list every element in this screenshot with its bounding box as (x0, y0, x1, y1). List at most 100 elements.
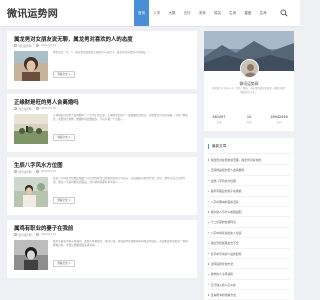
clock-icon (36, 44, 40, 47)
latest-article-link[interactable]: 流年运势查询方法 (208, 259, 290, 270)
nav-item[interactable]: 姓名 (210, 0, 225, 26)
article-title[interactable]: 正缘财是旺的男人会离婚吗 (14, 98, 191, 106)
profile-card: 微讯运势网 本站致力于分享八字、生肖、星座、风水等传统文化知识，帮助大家了解运势… (204, 31, 294, 131)
stat-number: 16942436 (270, 115, 288, 119)
stat-categories: 10 分类 (234, 115, 264, 124)
article-meta: 微讯运势网 2024-03-16 (14, 106, 56, 111)
latest-article-link[interactable]: 十二星座的性格特点 (208, 217, 290, 228)
nav-item[interactable]: 首页 (134, 0, 150, 26)
latest-article-title: 属鸡有职业的妻子在我前 (210, 189, 242, 194)
stat-label: 文章 (216, 121, 222, 124)
stat-visits: 16942436 访问 (264, 115, 294, 124)
article-author: 微讯运势网 (18, 233, 32, 237)
bullet-icon (208, 200, 210, 203)
author-icon (14, 233, 17, 236)
article-summary: 正缘财是旺的男人会离婚吗？八字中正财为妻，正缘财旺的男人一般婚姻较为稳定，但也要… (53, 114, 188, 121)
main-nav: 首页 八字 大数 五行 流年 姓名 生肖 星座 生肖 (134, 0, 271, 26)
bullet-icon (208, 284, 210, 286)
article-date: 2024-03-16 (40, 107, 57, 110)
search-icon[interactable] (280, 9, 288, 17)
article-summary: 本文目录一览：1、属龙男说女朋友无聊是什么意思 2、属龙男对喜欢的人的态度…… (53, 51, 151, 54)
nav-item[interactable]: 八字 (149, 0, 164, 26)
latest-article-link[interactable]: 五行缺火的人怎么补 (208, 280, 290, 291)
bullet-icon (208, 169, 210, 171)
article-summary: 属鸡有职业的妻子在我前，这类人性格独立，事业心强，在家庭中往往能够承担较多的责任… (53, 240, 188, 247)
article-date: 2024-03-16 (40, 233, 57, 236)
article-date: 2024-03-16 (40, 170, 57, 173)
site-logo[interactable]: 微讯运势网 (7, 5, 58, 20)
bullet-icon (208, 190, 210, 192)
latest-article-title: 属龙男对女朋友说无聊，属龙男对喜欢的 (210, 158, 262, 162)
site-header: 微讯运势网 首页 八字 大数 五行 流年 姓名 生肖 星座 生肖 (0, 0, 300, 27)
latest-article-title: 五行缺火的人怎么补 (210, 282, 236, 287)
article-meta: 微讯运势网 2024-03-16 (14, 169, 56, 174)
article-card: 正缘财是旺的男人会离婚吗 微讯运势网 2024-03-16 正缘财是旺的男人会离… (7, 94, 197, 152)
latest-article-title: 十二星座的性格特点 (210, 220, 236, 225)
author-icon (14, 107, 17, 110)
nav-item[interactable]: 大数 (164, 0, 179, 26)
nav-item[interactable]: 星座 (240, 0, 255, 26)
bullet-icon (208, 159, 210, 161)
stat-articles: 481097 文章 (204, 115, 234, 124)
latest-article-title: 生辰八字风水方位图 (210, 178, 236, 183)
bullet-icon (208, 232, 210, 234)
bullet-icon (208, 252, 210, 255)
bullet-icon (208, 242, 210, 244)
article-thumbnail[interactable] (14, 240, 48, 270)
article-summary: 生辰八字风水方位图是根据个人出生的年月日时推算出的五行喜忌，从而确定有利的方位，… (53, 177, 186, 184)
latest-article-link[interactable]: 正缘财是旺的男人会离婚吗 (208, 165, 290, 176)
latest-article-title: 生肖相冲的化解方法 (210, 293, 236, 298)
nav-item[interactable]: 生肖 (256, 0, 271, 26)
read-more-button[interactable]: 查看全文 > (53, 71, 75, 78)
stat-label: 分类 (246, 121, 252, 124)
latest-article-link[interactable]: 生辰八字风水方位图 (208, 176, 290, 187)
latest-article-title: 属牛的人与什么属相最配 (210, 209, 242, 214)
article-thumbnail[interactable] (14, 177, 48, 207)
bullet-icon (208, 263, 210, 265)
latest-article-link[interactable]: 属龙男对女朋友说无聊，属龙男对喜欢的 (208, 155, 290, 166)
latest-article-link[interactable]: 属鸡有职业的妻子在我前 (208, 186, 290, 197)
bullet-icon (208, 211, 210, 213)
avatar[interactable] (240, 59, 259, 78)
latest-articles-list: 属龙男对女朋友说无聊，属龙男对喜欢的 正缘财是旺的男人会离婚吗 生辰八字风水方位图属… (208, 155, 290, 300)
bullet-icon (208, 221, 210, 223)
latest-article-title: 八字命理中的官杀混杂 (210, 199, 239, 204)
latest-articles-widget: 最新文章 属龙男对女朋友说无聊，属龙男对喜欢的 正缘财是旺的男人会离婚吗 生辰八字风… (204, 138, 294, 300)
nav-item[interactable]: 生肖 (225, 0, 240, 26)
nav-item[interactable]: 流年 (195, 0, 210, 26)
nav-item[interactable]: 五行 (180, 0, 195, 26)
clock-icon (36, 107, 40, 110)
latest-article-title: 属虎男和属猪女合不合 (210, 241, 239, 246)
latest-article-link[interactable]: 属牛的人与什么属相最配 (208, 207, 290, 218)
widget-heading: 最新文章 (208, 144, 226, 149)
article-meta: 微讯运势网 2024-03-16 (14, 43, 56, 48)
clock-icon (36, 233, 40, 236)
article-date: 2024-03-16 (40, 44, 57, 47)
read-more-button[interactable]: 查看全文 > (53, 260, 75, 267)
latest-article-title: 名字中带水的人运势如何 (210, 251, 242, 256)
latest-article-link[interactable]: 属虎男和属猪女合不合 (208, 238, 290, 249)
read-more-button[interactable]: 查看全文 > (53, 197, 75, 204)
article-title[interactable]: 属鸡有职业的妻子在我前 (14, 224, 191, 232)
latest-article-link[interactable]: 名字中带水的人运势如何 (208, 249, 290, 259)
latest-article-link[interactable]: 八字命理中的官杀混杂 (208, 197, 290, 207)
latest-article-link[interactable]: 八字中财星多的女人命运 (208, 228, 290, 239)
article-thumbnail[interactable] (14, 114, 48, 144)
latest-article-link[interactable]: 生肖相冲的化解方法 (208, 290, 290, 300)
article-meta: 微讯运势网 2024-03-16 (14, 232, 56, 237)
article-thumbnail[interactable] (14, 51, 48, 81)
article-card: 属鸡有职业的妻子在我前 微讯运势网 2024-03-16 属鸡有职业的妻子在我前… (7, 220, 197, 278)
read-more-button[interactable]: 查看全文 > (53, 134, 75, 141)
latest-article-title: 属羊的人今年运势 (210, 272, 234, 277)
article-title[interactable]: 生辰八字风水方位图 (14, 161, 191, 169)
latest-article-title: 正缘财是旺的男人会离婚吗 (210, 168, 245, 173)
latest-article-title: 流年运势查询方法 (210, 261, 234, 266)
article-card: 属龙男对女朋友说无聊，属龙男对喜欢的人的态度 微讯运势网 2024-03-16 … (7, 31, 197, 89)
clock-icon (36, 170, 40, 173)
latest-article-link[interactable]: 属羊的人今年运势 (208, 269, 290, 280)
article-author: 微讯运势网 (18, 107, 32, 111)
bullet-icon (208, 180, 210, 182)
bullet-icon (208, 273, 210, 275)
article-title[interactable]: 属龙男对女朋友说无聊，属龙男对喜欢的人的态度 (14, 35, 191, 43)
bullet-icon (208, 294, 210, 296)
